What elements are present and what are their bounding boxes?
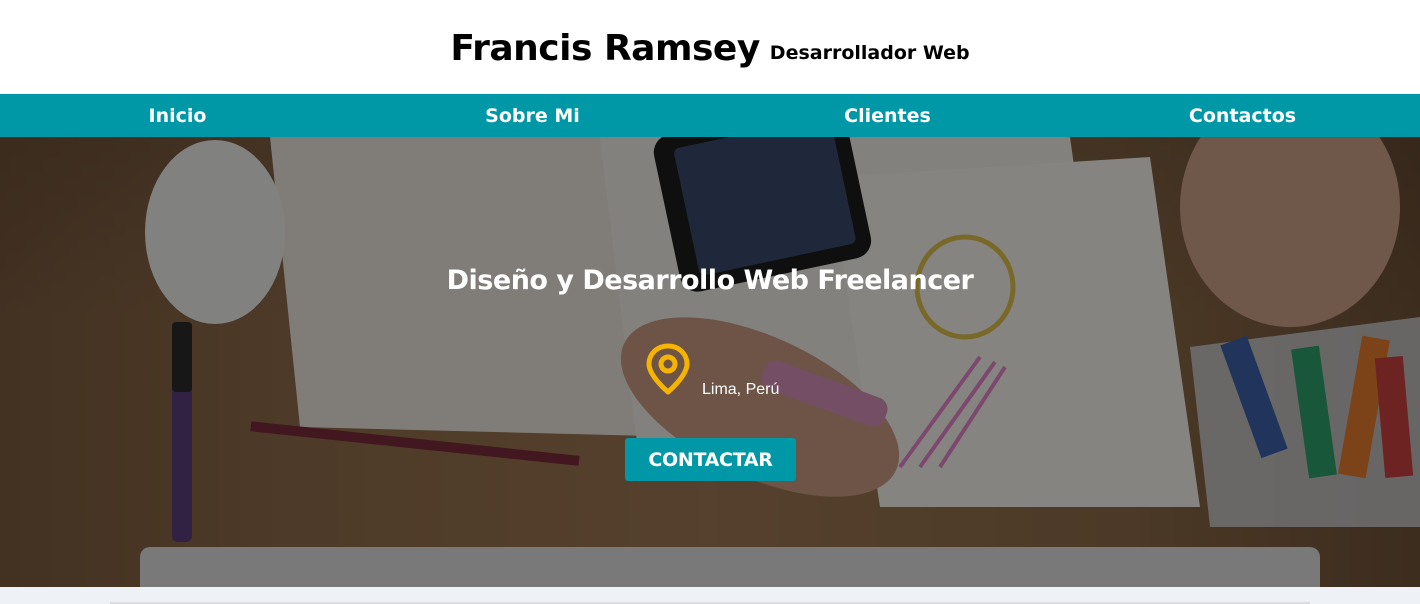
- nav-item-clientes[interactable]: Clientes: [710, 105, 1065, 127]
- site-header: Francis Ramsey Desarrollador Web: [0, 0, 1420, 94]
- site-owner-role: Desarrollador Web: [769, 42, 970, 64]
- nav-item-sobre-mi[interactable]: Sobre Mi: [355, 105, 710, 127]
- hero-title: Diseño y Desarrollo Web Freelancer: [446, 265, 974, 296]
- main-nav: Inicio Sobre Mi Clientes Contactos: [0, 94, 1420, 137]
- hero-section: Diseño y Desarrollo Web Freelancer Lima,…: [0, 137, 1420, 587]
- nav-item-contactos[interactable]: Contactos: [1065, 105, 1420, 127]
- map-pin-icon: [646, 343, 690, 395]
- location-text: Lima, Perú: [702, 381, 780, 398]
- nav-item-inicio[interactable]: Inicio: [0, 105, 355, 127]
- contactar-button[interactable]: CONTACTAR: [625, 438, 796, 481]
- location: Lima, Perú: [644, 343, 804, 403]
- bottom-strip: [0, 587, 1420, 604]
- hero-content: Diseño y Desarrollo Web Freelancer Lima,…: [0, 137, 1420, 587]
- site-owner-name: Francis Ramsey: [450, 27, 760, 69]
